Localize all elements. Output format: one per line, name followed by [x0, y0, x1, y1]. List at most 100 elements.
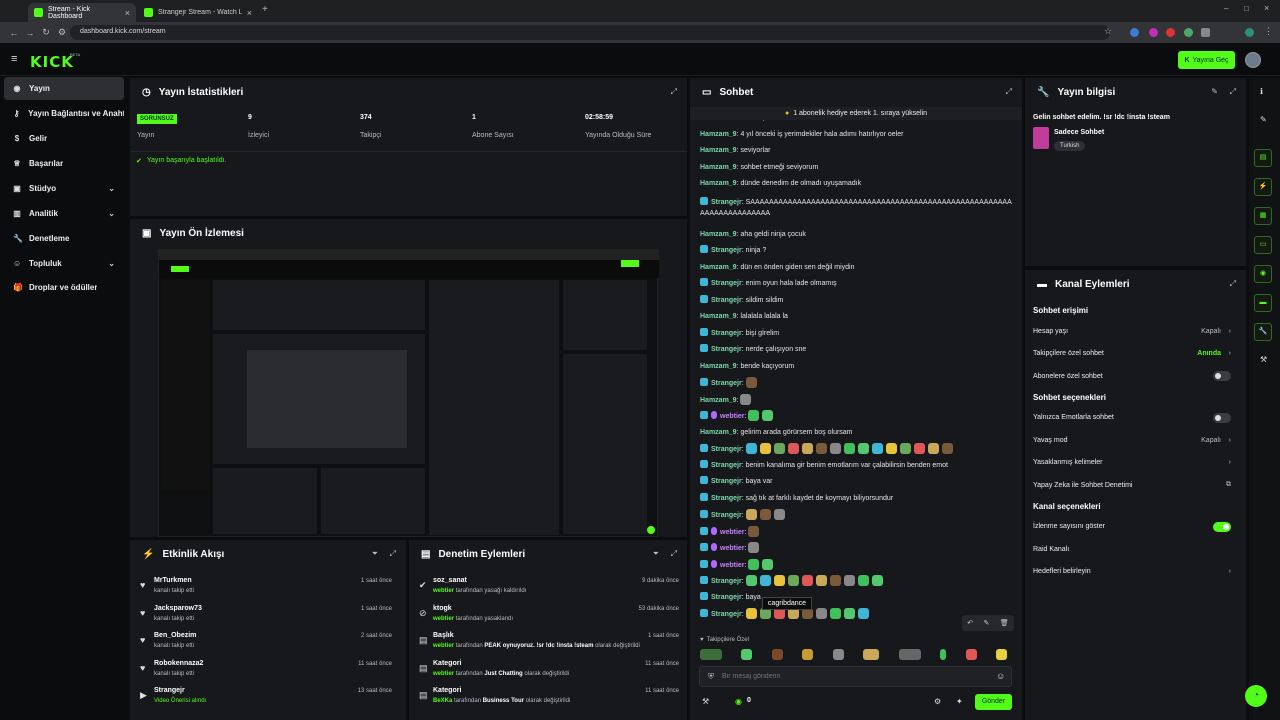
rail-chat-icon[interactable]: ▭: [1254, 236, 1272, 254]
channel-option-row[interactable]: Yasaklanmış kelimeler ›: [1033, 453, 1239, 473]
chat-username[interactable]: Strangejr: [711, 478, 742, 485]
sidebar-item[interactable]: ◉ Yayın: [4, 77, 124, 100]
emote[interactable]: [815, 443, 827, 454]
emote[interactable]: [899, 443, 911, 454]
sidebar-item[interactable]: ☺ Topluluk ⌄: [4, 252, 124, 275]
emote[interactable]: [815, 608, 827, 619]
chat-username[interactable]: Strangejr: [711, 611, 742, 618]
chat-message[interactable]: webtier:: [700, 410, 1012, 422]
emote[interactable]: [745, 443, 757, 454]
expand-icon[interactable]: ⤢: [1230, 87, 1236, 97]
chat-username[interactable]: Strangejr: [711, 446, 742, 453]
chat-message[interactable]: Hamzam_9:: [700, 393, 1012, 406]
emote[interactable]: [748, 410, 760, 421]
chat-message[interactable]: Hamzam_9: sohbet etmeği seviyorum: [700, 162, 1012, 173]
chat-username[interactable]: Strangejr: [711, 495, 742, 502]
emote[interactable]: [787, 575, 799, 586]
emote[interactable]: [802, 649, 814, 660]
moderation-target[interactable]: Kategori: [433, 660, 461, 667]
emote[interactable]: [829, 575, 841, 586]
channel-option-row[interactable]: Yavaş mod Kapalı ›: [1033, 430, 1239, 450]
chat-username[interactable]: Strangejr: [711, 462, 742, 469]
emote[interactable]: [700, 649, 722, 660]
chat-message[interactable]: Strangejr: sağ tık at farklı kaydet de k…: [700, 492, 1012, 504]
rail-stats-icon[interactable]: ▤: [1254, 149, 1272, 167]
reply-icon[interactable]: ↶: [967, 619, 973, 627]
emote[interactable]: [941, 443, 953, 454]
chat-message[interactable]: Hamzam_9: seviyorlar: [700, 145, 1012, 156]
chat-username[interactable]: Hamzam_9: [700, 164, 737, 171]
emote[interactable]: [741, 649, 753, 660]
emote[interactable]: [762, 558, 774, 570]
chat-username[interactable]: webtier: [720, 413, 745, 420]
emote[interactable]: [748, 558, 760, 570]
emote[interactable]: [885, 443, 897, 454]
moderation-target[interactable]: Kategori: [433, 687, 461, 694]
chat-username[interactable]: Strangejr: [711, 247, 742, 254]
sidebar-item[interactable]: $ Gelir: [4, 127, 124, 150]
chat-username[interactable]: Strangejr: [711, 594, 742, 601]
profile-icon[interactable]: [1245, 28, 1254, 37]
extension-icon[interactable]: [1149, 28, 1158, 37]
chat-username[interactable]: Strangejr: [711, 578, 742, 585]
info-icon[interactable]: ℹ: [1260, 87, 1263, 96]
close-icon[interactable]: ×: [247, 8, 252, 18]
chat-message[interactable]: Strangejr: sildim sildim: [700, 294, 1012, 306]
emote-picker-icon[interactable]: ✦: [956, 697, 963, 706]
emote[interactable]: [745, 377, 757, 388]
extensions-puzzle-icon[interactable]: [1201, 28, 1210, 37]
browser-tab-stream[interactable]: Strangejr Stream - Watch Live o ×: [138, 3, 258, 22]
emote[interactable]: [832, 649, 844, 660]
chat-username[interactable]: Strangejr: [711, 346, 742, 353]
close-icon[interactable]: ×: [125, 8, 130, 18]
edit-icon[interactable]: ✎: [1211, 87, 1218, 96]
rail-tools-icon[interactable]: ⚒: [1260, 355, 1267, 364]
filter-icon[interactable]: ⏷: [372, 549, 378, 559]
emote[interactable]: [871, 443, 883, 454]
rail-lightning-icon[interactable]: ⚡: [1254, 178, 1272, 196]
chat-message[interactable]: Strangejr: bişi gİrelim: [700, 327, 1012, 339]
avatar[interactable]: [1245, 52, 1261, 68]
chat-message[interactable]: Strangejr: benim kanalıma gir benim emot…: [700, 459, 1012, 471]
url-input[interactable]: dashboard.kick.com/stream: [70, 25, 1110, 40]
expand-icon[interactable]: ⤢: [671, 549, 677, 559]
channel-option-row[interactable]: Takipçilere özel sohbet Anında ›: [1033, 344, 1239, 364]
send-button[interactable]: Gönder: [975, 694, 1012, 710]
activity-user[interactable]: Robokennaza2: [154, 660, 203, 667]
emote[interactable]: [995, 649, 1007, 660]
chat-message[interactable]: webtier:: [700, 525, 1012, 538]
chat-tools-icon[interactable]: ⚒: [702, 697, 709, 706]
emoji-icon[interactable]: ☺: [996, 671, 1005, 681]
emote[interactable]: [745, 608, 757, 619]
extension-icon[interactable]: [1130, 28, 1139, 37]
delete-icon[interactable]: 🗑: [1000, 619, 1009, 627]
chat-username[interactable]: Hamzam_9: [700, 363, 737, 370]
moderator-name[interactable]: webtier: [433, 588, 454, 594]
filter-icon[interactable]: ⏷: [653, 549, 659, 559]
chat-username[interactable]: webtier: [720, 529, 745, 536]
chat-message[interactable]: Strangejr:: [700, 509, 1012, 521]
chat-message[interactable]: Hamzam_9: arkadaş kanlıak zor hacı: [700, 120, 1012, 123]
activity-user[interactable]: MrTurkmen: [154, 577, 192, 584]
sidebar-item[interactable]: ▥ Analitik ⌄: [4, 202, 124, 225]
channel-option-row[interactable]: Yapay Zeka ile Sohbet Denetimi ⧉: [1033, 475, 1239, 495]
chat-message[interactable]: Strangejr: baya: [700, 591, 1012, 603]
chat-message[interactable]: Strangejr: SAAAAAAAAAAAAAAAAAAAAAAAAAAAA…: [700, 196, 1012, 219]
chat-message[interactable]: Hamzam_9: bende kaçıyorum: [700, 361, 1012, 372]
extension-icon[interactable]: [1166, 28, 1175, 37]
extension-icon[interactable]: [1184, 28, 1193, 37]
chat-username[interactable]: Hamzam_9: [700, 147, 737, 154]
chat-message[interactable]: webtier:: [700, 542, 1012, 554]
channel-option-row[interactable]: Hedefleri belirleyin ›: [1033, 562, 1239, 582]
chat-message[interactable]: Hamzam_9: aha geldi ninja çocuk: [700, 229, 1012, 240]
pin-icon[interactable]: ✎: [984, 619, 990, 627]
emote[interactable]: [745, 509, 757, 520]
minimize-icon[interactable]: –: [1224, 4, 1228, 13]
emote[interactable]: [857, 443, 869, 454]
emote[interactable]: [787, 443, 799, 454]
chat-message[interactable]: Hamzam_9: 4 yıl önceki iş yerimdekiler h…: [700, 129, 1012, 140]
expand-icon[interactable]: ⤢: [1006, 87, 1012, 97]
go-live-button[interactable]: K Yayına Geç: [1178, 51, 1235, 69]
emote[interactable]: [762, 410, 774, 421]
emote[interactable]: [759, 443, 771, 454]
